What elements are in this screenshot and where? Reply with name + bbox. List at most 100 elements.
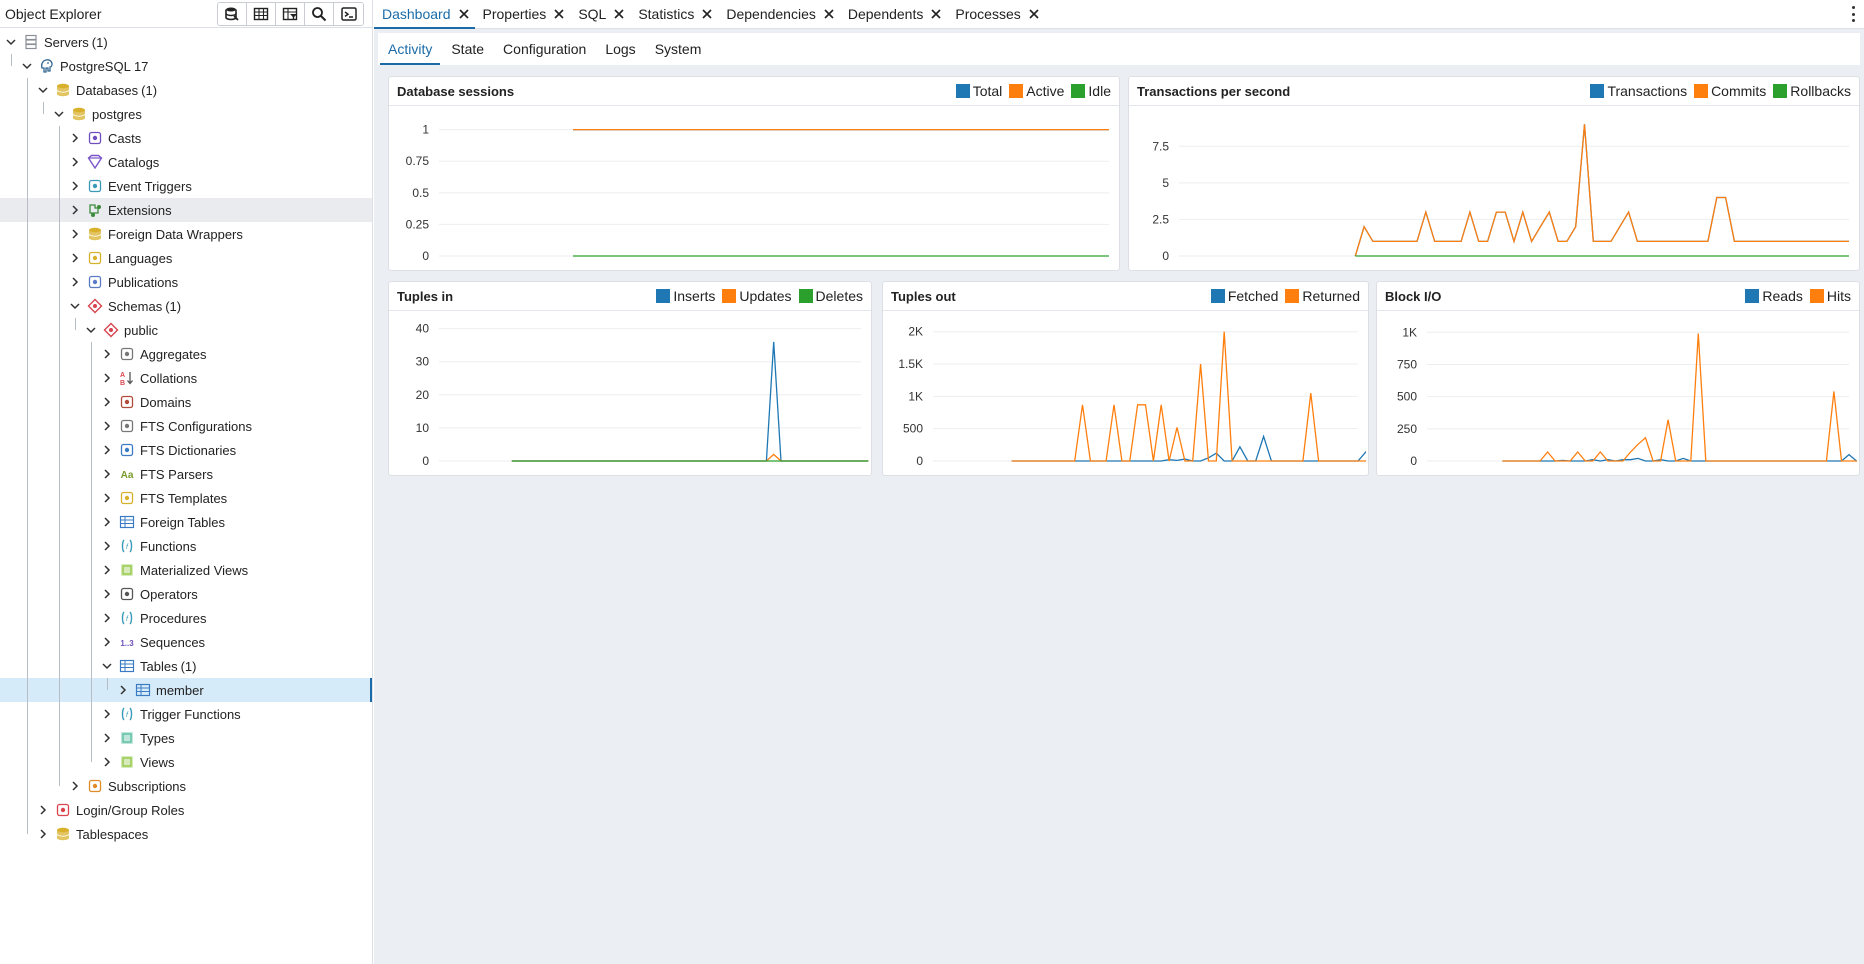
tree-node-collations[interactable]: A B Collations — [0, 366, 372, 390]
subtab-state[interactable]: State — [443, 33, 492, 65]
tree-toggle[interactable] — [69, 252, 81, 264]
tree-toggle[interactable] — [69, 780, 81, 792]
tree-toggle[interactable] — [101, 516, 113, 528]
tree-node-types[interactable]: Types — [0, 726, 372, 750]
tree-node-databases[interactable]: Databases (1) — [0, 78, 372, 102]
tree-node-trigger-functions[interactable]: f Trigger Functions — [0, 702, 372, 726]
chevron-right-icon[interactable] — [101, 636, 113, 648]
subtab-system[interactable]: System — [647, 33, 710, 65]
chevron-right-icon[interactable] — [101, 732, 113, 744]
chevron-down-icon[interactable] — [53, 108, 65, 120]
legend-swatch[interactable] — [656, 289, 671, 303]
tree-toggle[interactable] — [5, 36, 17, 48]
tree-toggle[interactable] — [101, 636, 113, 648]
tree-node-procedures[interactable]: f Procedures — [0, 606, 372, 630]
tree-toggle[interactable] — [69, 156, 81, 168]
legend-swatch[interactable] — [1590, 84, 1605, 98]
tree-toggle[interactable] — [53, 108, 65, 120]
tree-toggle[interactable] — [69, 204, 81, 216]
chevron-right-icon[interactable] — [101, 444, 113, 456]
legend-swatch[interactable] — [1809, 289, 1824, 303]
subtab-logs[interactable]: Logs — [597, 33, 643, 65]
chevron-right-icon[interactable] — [69, 276, 81, 288]
tree-toggle[interactable] — [101, 564, 113, 576]
legend-swatch[interactable] — [1745, 289, 1760, 303]
tab-processes[interactable]: Processes — [947, 0, 1044, 28]
tab-properties[interactable]: Properties — [475, 0, 571, 28]
close-tab-button[interactable] — [700, 7, 714, 21]
chevron-right-icon[interactable] — [101, 756, 113, 768]
chevron-right-icon[interactable] — [101, 516, 113, 528]
chevron-down-icon[interactable] — [5, 36, 17, 48]
tree-toggle[interactable] — [101, 612, 113, 624]
close-tab-button[interactable] — [929, 7, 943, 21]
tree-toggle[interactable] — [69, 228, 81, 240]
tree-node-postgresql-17[interactable]: PostgreSQL 17 — [0, 54, 372, 78]
legend-swatch[interactable] — [1694, 84, 1709, 98]
tree-node-login-group-roles[interactable]: Login/Group Roles — [0, 798, 372, 822]
tree-toggle[interactable] — [101, 708, 113, 720]
chevron-right-icon[interactable] — [101, 564, 113, 576]
tree-node-tablespaces[interactable]: Tablespaces — [0, 822, 372, 846]
close-tab-button[interactable] — [457, 7, 471, 21]
chevron-down-icon[interactable] — [69, 300, 81, 312]
tree-node-member[interactable]: member — [0, 678, 372, 702]
tree-node-languages[interactable]: Languages — [0, 246, 372, 270]
close-tab-button[interactable] — [1027, 7, 1041, 21]
tree-toggle[interactable] — [101, 732, 113, 744]
chevron-right-icon[interactable] — [37, 828, 49, 840]
chevron-right-icon[interactable] — [101, 708, 113, 720]
tree-node-subscriptions[interactable]: Subscriptions — [0, 774, 372, 798]
chevron-down-icon[interactable] — [21, 60, 33, 72]
legend-swatch[interactable] — [1210, 289, 1225, 303]
tree-toggle[interactable] — [101, 660, 113, 672]
chevron-right-icon[interactable] — [101, 588, 113, 600]
search-objects-button[interactable] — [305, 2, 334, 25]
chevron-right-icon[interactable] — [117, 684, 129, 696]
chevron-down-icon[interactable] — [85, 324, 97, 336]
chevron-right-icon[interactable] — [101, 468, 113, 480]
tree-node-fts-configurations[interactable]: FTS Configurations — [0, 414, 372, 438]
chevron-down-icon[interactable] — [101, 660, 113, 672]
tree-toggle[interactable] — [117, 684, 129, 696]
tree-toggle[interactable] — [101, 540, 113, 552]
subtab-configuration[interactable]: Configuration — [495, 33, 594, 65]
tree-node-publications[interactable]: Publications — [0, 270, 372, 294]
tree-toggle[interactable] — [21, 60, 33, 72]
tree-toggle[interactable] — [69, 132, 81, 144]
tree-toggle[interactable] — [37, 804, 49, 816]
tree-node-materialized-views[interactable]: Materialized Views — [0, 558, 372, 582]
legend-swatch[interactable] — [1009, 84, 1024, 98]
view-data-button[interactable] — [247, 2, 276, 25]
legend-swatch[interactable] — [1071, 84, 1086, 98]
tree-node-schemas[interactable]: Schemas (1) — [0, 294, 372, 318]
tree-toggle[interactable] — [101, 396, 113, 408]
chevron-right-icon[interactable] — [69, 252, 81, 264]
chevron-right-icon[interactable] — [69, 180, 81, 192]
tree-node-catalogs[interactable]: Catalogs — [0, 150, 372, 174]
chevron-down-icon[interactable] — [37, 84, 49, 96]
legend-swatch[interactable] — [1285, 289, 1300, 303]
tab-dependents[interactable]: Dependents — [840, 0, 948, 28]
tree-node-tables[interactable]: Tables (1) — [0, 654, 372, 678]
tree-node-foreign-data-wrappers[interactable]: Foreign Data Wrappers — [0, 222, 372, 246]
chevron-right-icon[interactable] — [101, 348, 113, 360]
tree-node-operators[interactable]: Operators — [0, 582, 372, 606]
chevron-right-icon[interactable] — [101, 396, 113, 408]
tree-toggle[interactable] — [37, 828, 49, 840]
more-options-icon[interactable] — [1850, 6, 1856, 22]
tree-toggle[interactable] — [101, 492, 113, 504]
tree-toggle[interactable] — [101, 444, 113, 456]
chevron-right-icon[interactable] — [69, 228, 81, 240]
legend-swatch[interactable] — [1773, 84, 1788, 98]
chevron-right-icon[interactable] — [69, 204, 81, 216]
tree-node-servers[interactable]: Servers (1) — [0, 30, 372, 54]
chevron-right-icon[interactable] — [101, 420, 113, 432]
tree-node-aggregates[interactable]: Aggregates — [0, 342, 372, 366]
close-tab-button[interactable] — [552, 7, 566, 21]
chevron-right-icon[interactable] — [101, 540, 113, 552]
tree-toggle[interactable] — [101, 372, 113, 384]
tab-dependencies[interactable]: Dependencies — [718, 0, 840, 28]
subtab-activity[interactable]: Activity — [380, 33, 441, 65]
tree-node-casts[interactable]: Casts — [0, 126, 372, 150]
